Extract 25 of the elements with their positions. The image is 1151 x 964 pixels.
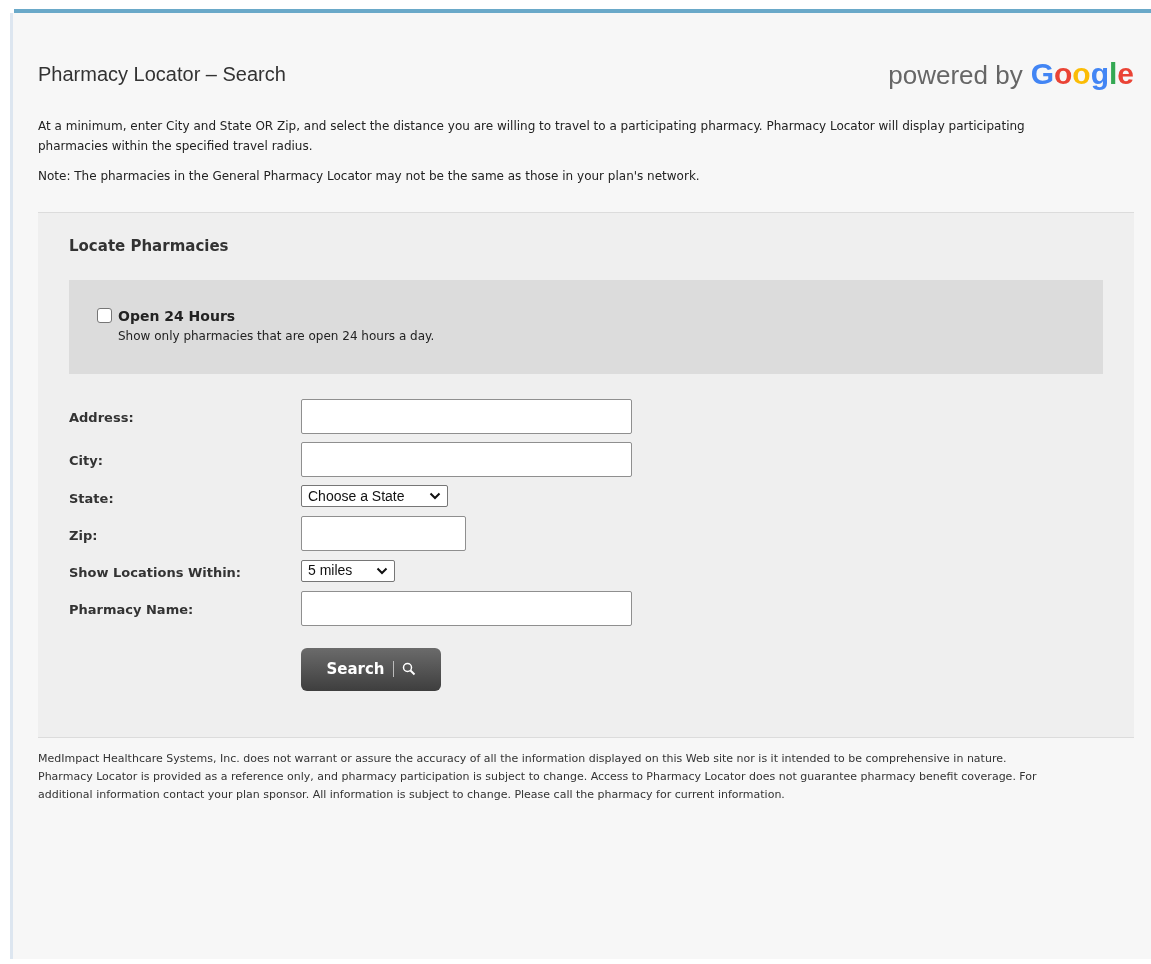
- disclaimer-text: MedImpact Healthcare Systems, Inc. does not warrant or assure the accuracy of all the information displayed on this Web site nor is it intended to be comprehensive in nature. Pharmacy Locator is provided as a reference only, and pharmacy participation is subject to change. Access to Pharmacy Locator does not guarantee pharmacy benefit coverage. For additional information contact your plan sponsor. All information is subject to change. Please call the pharmacy for current information.: [38, 750, 1038, 803]
- search-icon: [401, 662, 416, 676]
- dropdown[interactable]: 5 miles: [301, 559, 396, 582]
- field-label: Zip:: [69, 526, 99, 545]
- field-label: City:: [69, 452, 104, 471]
- input-field[interactable]: [301, 441, 632, 477]
- input-field[interactable]: [301, 590, 632, 626]
- chevron-down-icon: [376, 566, 389, 575]
- field-label: Pharmacy Name:: [69, 601, 195, 620]
- panel-title: Locate Pharmacies: [69, 236, 230, 257]
- page-title: Pharmacy Locator – Search: [38, 61, 286, 87]
- intro-text: Note: The pharmacies in the General Pharmacy Locator may not be the same as those in your plan's network.: [38, 168, 701, 185]
- input-field[interactable]: [301, 398, 632, 434]
- field-label: Show Locations Within:: [69, 564, 243, 582]
- field-label: Address:: [69, 409, 135, 428]
- intro-text: At a minimum, enter City and State OR Zip, and select the distance you are willing to travel to a participating pharmacy. Pharmacy Locator will display participating pharmacies within the specified travel radius.: [38, 118, 1026, 155]
- search-button[interactable]: Search: [301, 647, 441, 691]
- checkbox[interactable]: [97, 307, 112, 323]
- powered-by-google-logo: powered by Google: [888, 56, 1134, 92]
- dropdown[interactable]: Choose a State: [301, 485, 448, 508]
- chevron-down-icon: [428, 492, 441, 501]
- checkbox-description: Show only pharmacies that are open 24 hours a day.: [118, 327, 435, 345]
- field-label: State:: [69, 489, 115, 508]
- input-field[interactable]: [301, 516, 466, 551]
- checkbox-label: Open 24 Hours: [118, 306, 237, 326]
